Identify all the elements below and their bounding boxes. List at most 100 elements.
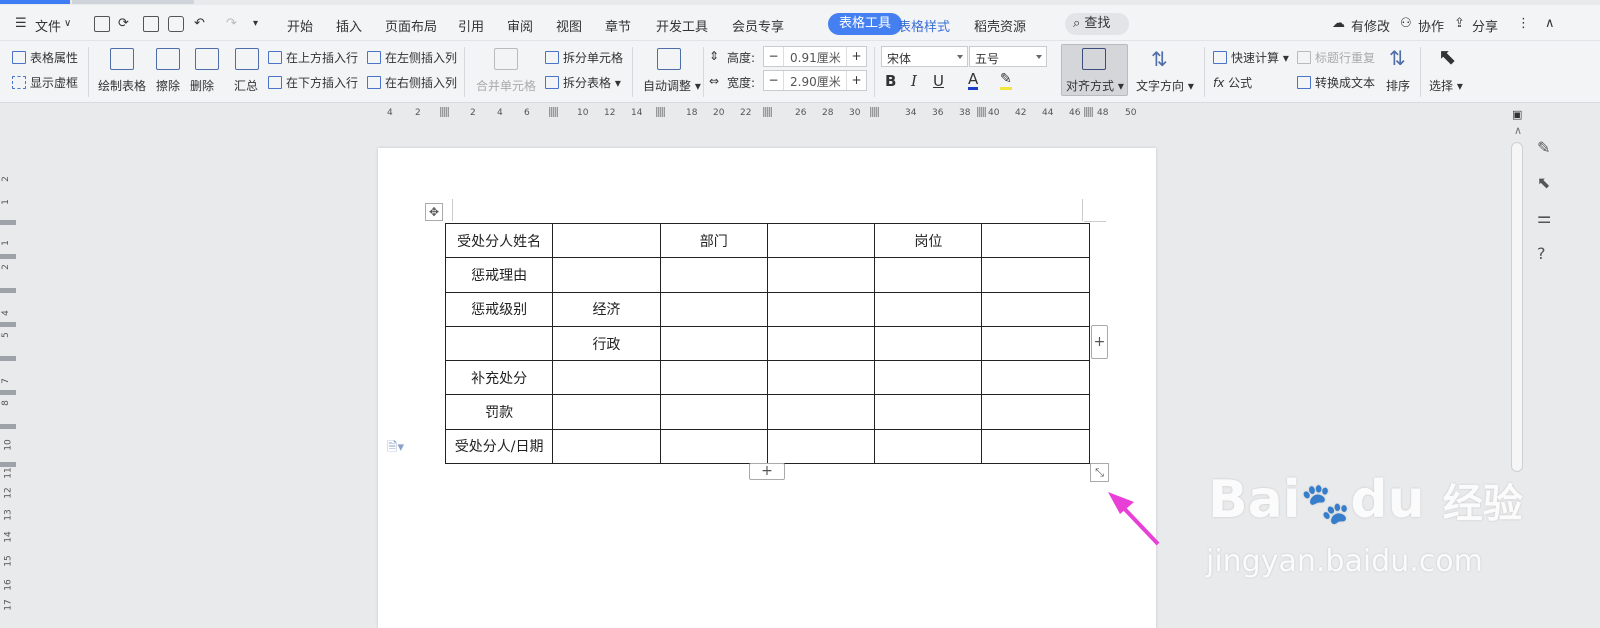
column-width-stepper[interactable]: − 2.90厘米 +: [763, 70, 867, 91]
table-cell[interactable]: [659, 394, 768, 430]
align-icon[interactable]: [1082, 48, 1106, 70]
undo-icon[interactable]: ↶: [194, 16, 205, 31]
ruler-row-marker[interactable]: [0, 356, 16, 361]
table-cell[interactable]: [981, 325, 1090, 362]
table-cell[interactable]: [659, 360, 768, 396]
table-cell[interactable]: 受处分人姓名: [444, 222, 554, 259]
table-cell[interactable]: [874, 325, 983, 362]
font-size-select[interactable]: 五号: [969, 46, 1047, 67]
repeat-header-button[interactable]: 标题行重复: [1297, 49, 1375, 66]
table-cell[interactable]: [766, 360, 876, 396]
table-cell[interactable]: [766, 291, 876, 327]
draw-table-button[interactable]: 绘制表格: [98, 77, 146, 94]
text-direction-button[interactable]: 文字方向 ▾: [1136, 77, 1194, 94]
table-cell[interactable]: [981, 394, 1090, 430]
help-icon[interactable]: ?: [1537, 244, 1546, 263]
table-cell[interactable]: [659, 325, 768, 362]
highlight-icon[interactable]: ✎: [1000, 72, 1012, 90]
tab-page-layout[interactable]: 页面布局: [385, 16, 437, 35]
ruler-column-marker[interactable]: [440, 107, 449, 117]
table-cell[interactable]: 罚款: [444, 394, 554, 430]
split-table-button[interactable]: 拆分表格 ▾: [545, 74, 621, 91]
table-cell[interactable]: [552, 222, 661, 259]
ruler-row-marker[interactable]: [0, 254, 16, 259]
modified-status[interactable]: 有修改: [1351, 16, 1390, 35]
table-cell[interactable]: [874, 360, 983, 396]
table-cell[interactable]: [981, 291, 1090, 327]
underline-button[interactable]: U: [933, 72, 944, 90]
paragraph-options-icon[interactable]: 🗎▾: [387, 438, 404, 460]
sort-icon[interactable]: ⇅: [1389, 46, 1406, 70]
italic-button[interactable]: I: [911, 72, 917, 90]
summary-button[interactable]: 汇总: [234, 77, 258, 94]
table-cell[interactable]: [659, 257, 768, 293]
auto-adjust-icon[interactable]: [657, 48, 681, 70]
share-button[interactable]: 分享: [1472, 16, 1498, 35]
ruler-row-marker[interactable]: [0, 220, 16, 225]
table-cell[interactable]: [766, 222, 876, 259]
sort-button[interactable]: 排序: [1386, 77, 1410, 94]
tab-docer-resources[interactable]: 稻壳资源: [974, 16, 1026, 35]
show-gridlines-button[interactable]: 显示虚框: [12, 74, 78, 91]
align-button[interactable]: 对齐方式 ▾: [1066, 77, 1124, 94]
insert-row-above-button[interactable]: 在上方插入行: [268, 49, 358, 66]
table-cell[interactable]: [981, 222, 1090, 259]
merge-cells-icon[interactable]: [494, 48, 518, 70]
convert-to-text-button[interactable]: 转换成文本: [1297, 74, 1375, 91]
ruler-column-marker[interactable]: [1084, 107, 1093, 117]
document-table[interactable]: 受处分人姓名 部门 岗位 惩戒理由 惩戒级别 经济 行政 补充处分 罚款 受处分人/日期: [444, 222, 1090, 465]
table-cell[interactable]: [552, 394, 661, 430]
table-cell[interactable]: 惩戒理由: [444, 257, 554, 293]
add-column-button[interactable]: +: [1091, 325, 1108, 359]
insert-column-left-button[interactable]: 在左侧插入列: [367, 49, 457, 66]
ruler-row-marker[interactable]: [0, 390, 16, 395]
table-cell[interactable]: [981, 428, 1090, 465]
file-menu[interactable]: 文件: [35, 16, 61, 35]
table-cell[interactable]: [552, 428, 661, 465]
table-cell[interactable]: 惩戒级别: [444, 291, 554, 327]
table-cell[interactable]: [766, 257, 876, 293]
table-cell[interactable]: [981, 360, 1090, 396]
width-value[interactable]: 2.90厘米: [790, 73, 841, 90]
table-cell[interactable]: [552, 360, 661, 396]
auto-adjust-button[interactable]: 自动调整 ▾: [643, 77, 701, 94]
table-cell[interactable]: [874, 291, 983, 327]
table-cell[interactable]: 受处分人/日期: [444, 428, 554, 465]
active-doc-tab-indicator[interactable]: [0, 0, 70, 4]
insert-row-below-button[interactable]: 在下方插入行: [268, 74, 358, 91]
vertical-ruler[interactable]: 2 1 1 2 4 5 7 8 10 11 12 13 14 15 16 17: [0, 122, 16, 623]
hamburger-icon[interactable]: ☰: [15, 16, 27, 31]
ruler-column-marker[interactable]: [870, 107, 879, 117]
decrease-width-button[interactable]: −: [764, 71, 784, 90]
ruler-row-marker[interactable]: [0, 322, 16, 327]
edit-pen-icon[interactable]: ✎: [1537, 138, 1550, 157]
format-painter-icon[interactable]: ⟳: [118, 16, 129, 31]
more-dropdown-icon[interactable]: ▾: [253, 18, 258, 29]
delete-button[interactable]: 删除: [190, 77, 214, 94]
tab-review[interactable]: 审阅: [507, 16, 533, 35]
ruler-row-marker[interactable]: [0, 288, 16, 293]
tab-insert[interactable]: 插入: [336, 16, 362, 35]
chevron-down-icon[interactable]: ∨: [64, 18, 71, 29]
table-cell[interactable]: [766, 428, 876, 465]
collapse-ribbon-icon[interactable]: ∧: [1545, 16, 1555, 31]
increase-width-button[interactable]: +: [846, 71, 866, 90]
table-cell[interactable]: [874, 257, 983, 293]
tab-table-tools[interactable]: 表格工具: [828, 13, 902, 35]
print-icon[interactable]: [143, 16, 159, 32]
merge-cells-button[interactable]: 合并单元格: [476, 77, 536, 94]
table-cell[interactable]: [659, 428, 768, 465]
ruler-column-marker[interactable]: [656, 107, 665, 117]
pointer-icon[interactable]: ⬉: [1537, 173, 1550, 192]
ruler-row-marker[interactable]: [0, 462, 16, 467]
table-cell[interactable]: [981, 257, 1090, 293]
table-cell[interactable]: [874, 394, 983, 430]
print-preview-icon[interactable]: [168, 16, 184, 32]
select-button[interactable]: 选择 ▾: [1429, 77, 1463, 94]
height-value[interactable]: 0.91厘米: [790, 49, 841, 66]
ruler-column-marker[interactable]: [549, 107, 558, 117]
select-cursor-icon[interactable]: ⬉: [1438, 45, 1456, 70]
table-move-handle[interactable]: ✥: [425, 203, 443, 221]
horizontal-ruler[interactable]: 4 2 2 4 6 10 12 14 18 20 22 26 28 30 34 …: [0, 104, 1510, 122]
formula-button[interactable]: fx 公式: [1213, 74, 1252, 91]
